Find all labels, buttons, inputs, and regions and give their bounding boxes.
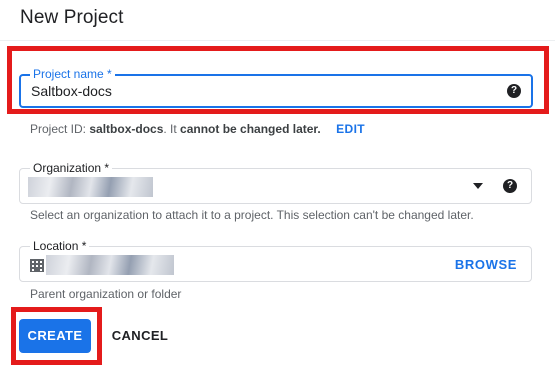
location-field[interactable]: Location * BROWSE (19, 238, 532, 282)
project-id-emphasis: cannot be changed later. (180, 122, 321, 136)
project-id-suffix: . It (163, 122, 181, 136)
create-button[interactable]: CREATE (19, 319, 91, 353)
location-value-redacted (46, 255, 174, 275)
edit-link[interactable]: EDIT (336, 122, 365, 136)
project-id-hint: Project ID: saltbox-docs. It cannot be c… (30, 122, 365, 136)
project-name-field[interactable]: Project name * Saltbox-docs ? (19, 66, 533, 108)
location-label: Location * (30, 238, 90, 254)
chevron-down-icon[interactable] (473, 183, 483, 189)
organization-hint: Select an organization to attach it to a… (30, 208, 474, 222)
organization-value-redacted (28, 177, 153, 197)
new-project-dialog: New Project Project name * Saltbox-docs … (0, 0, 555, 389)
building-icon (30, 259, 44, 272)
organization-label: Organization * (30, 160, 113, 176)
project-name-input[interactable]: Saltbox-docs (31, 83, 112, 99)
project-id-value: saltbox-docs (89, 122, 164, 136)
help-icon[interactable]: ? (503, 179, 517, 193)
browse-button[interactable]: BROWSE (455, 257, 517, 272)
project-id-prefix: Project ID: (30, 122, 90, 136)
title-divider (0, 40, 555, 41)
location-hint: Parent organization or folder (30, 287, 182, 301)
help-icon[interactable]: ? (507, 84, 521, 98)
project-name-label: Project name * (30, 66, 115, 82)
organization-select[interactable]: Organization * ? (19, 160, 532, 204)
cancel-button[interactable]: CANCEL (104, 319, 176, 353)
page-title: New Project (20, 7, 124, 28)
